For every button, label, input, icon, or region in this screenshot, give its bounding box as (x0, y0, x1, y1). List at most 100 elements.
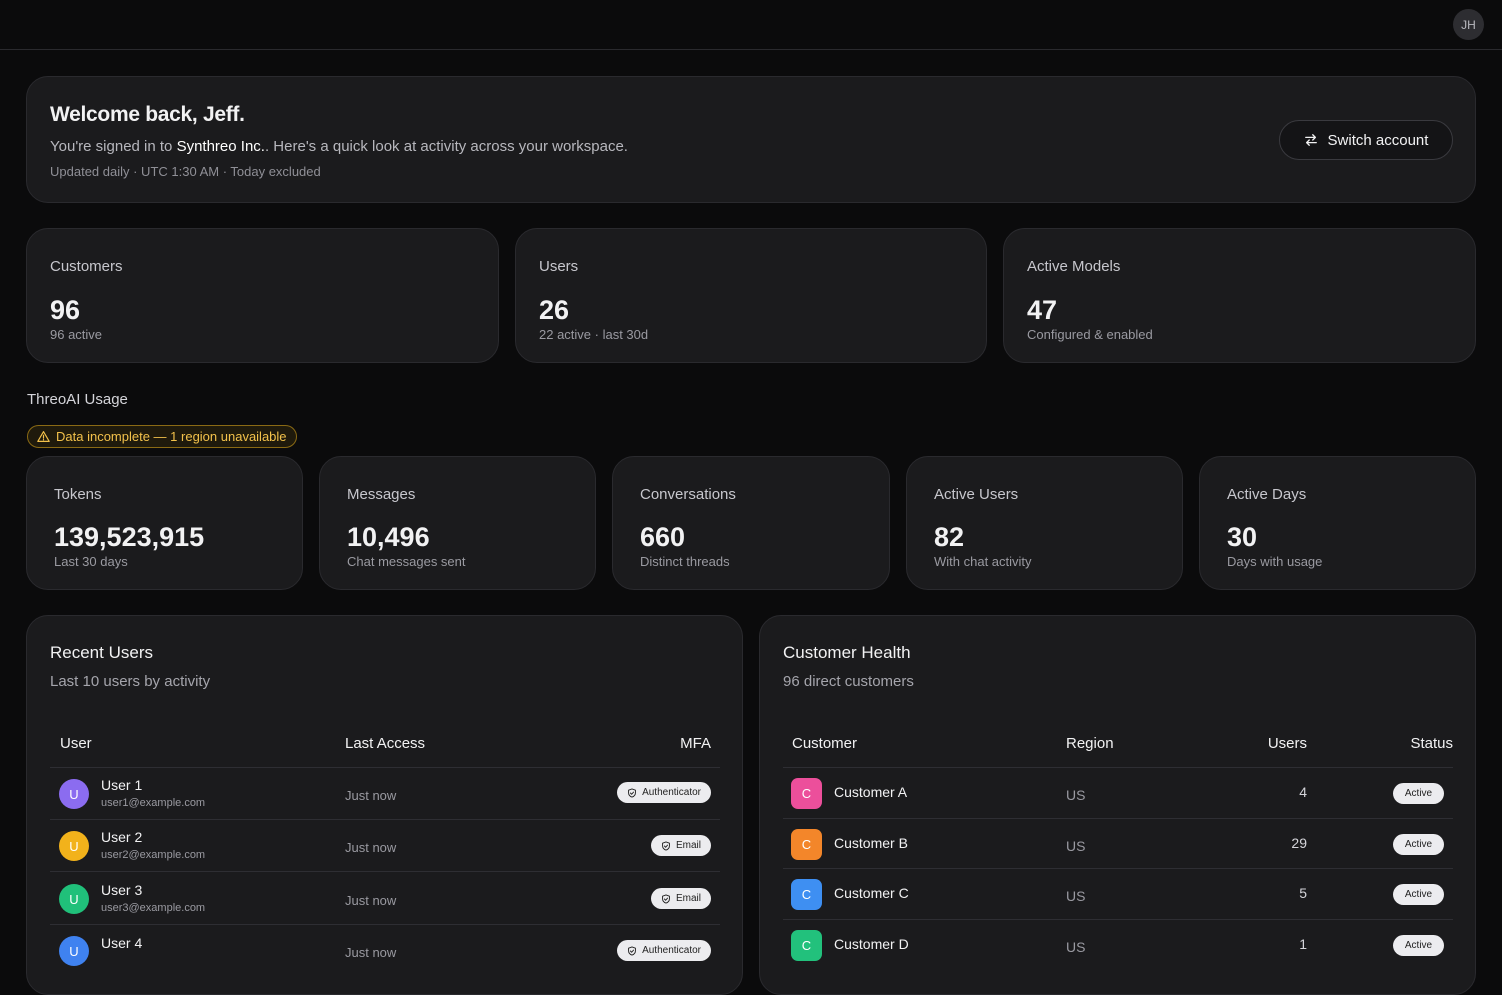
recent-users-panel: Recent Users Last 10 users by activity U… (26, 615, 743, 995)
customer-avatar: C (791, 930, 822, 961)
table-header: User Last Access MFA (50, 726, 720, 766)
column-header-customer[interactable]: Customer (792, 735, 857, 752)
user-name: User 1 (101, 777, 143, 793)
table-row[interactable]: C Customer A US 4 Active (783, 767, 1453, 819)
customer-name: Customer D (834, 936, 909, 952)
usage-value: 82 (934, 522, 965, 552)
customer-region: US (1066, 838, 1086, 854)
last-access: Just now (345, 893, 397, 908)
customer-region: US (1066, 939, 1086, 955)
user-email: user2@example.com (101, 849, 206, 861)
table-row[interactable]: U User 4 Just now Authenticator (50, 924, 720, 976)
shield-check-icon (628, 945, 636, 956)
stat-label: Customers (50, 258, 123, 275)
user-avatar: U (59, 884, 89, 914)
usage-label: Active Days (1227, 486, 1307, 503)
usage-value: 10,496 (347, 522, 430, 552)
usage-note: Last 30 days (54, 554, 128, 569)
usage-note: Chat messages sent (347, 554, 466, 569)
column-header-status[interactable]: Status (1410, 735, 1453, 752)
status-badge: Active (1393, 935, 1444, 956)
customer-name: Customer B (834, 835, 908, 851)
usage-label: Conversations (640, 486, 736, 503)
shield-check-icon (628, 787, 636, 798)
customer-name: Customer A (834, 784, 908, 800)
customer-name: Customer C (834, 885, 909, 901)
status-badge: Active (1393, 834, 1444, 855)
customer-users: 4 (1299, 784, 1307, 800)
column-header-users[interactable]: Users (1268, 735, 1307, 752)
column-header-mfa[interactable]: MFA (680, 735, 711, 752)
user-name: User 2 (101, 829, 143, 845)
usage-card-conversations: Conversations 660 Distinct threads (612, 456, 890, 590)
user-name: User 3 (101, 882, 143, 898)
org-name: Synthreo Inc. (176, 138, 265, 155)
customer-avatar: C (791, 879, 822, 910)
stat-card-users: Users 26 22 active · last 30d (515, 228, 987, 363)
user-avatar: U (59, 936, 89, 966)
switch-account-button[interactable]: Switch account (1279, 120, 1453, 160)
customer-avatar: C (791, 829, 822, 860)
usage-section-title: ThreoAI Usage (27, 391, 128, 408)
usage-value: 30 (1227, 522, 1258, 552)
data-incomplete-badge: Data incomplete — 1 region unavailable (27, 425, 297, 448)
usage-card-tokens: Tokens 139,523,915 Last 30 days (26, 456, 303, 590)
table-row[interactable]: C Customer D US 1 Active (783, 919, 1453, 971)
customer-users: 5 (1299, 885, 1307, 901)
last-access: Just now (345, 788, 397, 803)
usage-card-messages: Messages 10,496 Chat messages sent (319, 456, 596, 590)
usage-card-active-days: Active Days 30 Days with usage (1199, 456, 1476, 590)
table-header: Customer Region Users Status (783, 726, 1453, 766)
shield-check-icon (662, 840, 670, 851)
user-name: User 4 (101, 935, 143, 951)
usage-label: Active Users (934, 486, 1019, 503)
user-avatar[interactable]: JH (1453, 9, 1484, 40)
table-row[interactable]: U User 1 user1@example.com Just now Auth… (50, 767, 720, 819)
stat-value: 96 (50, 295, 81, 325)
welcome-title: Welcome back, Jeff. (50, 103, 245, 126)
stat-label: Active Models (1027, 258, 1121, 275)
usage-note: With chat activity (934, 554, 1032, 569)
usage-value: 660 (640, 522, 686, 552)
column-header-last-access[interactable]: Last Access (345, 735, 425, 752)
mfa-badge: Authenticator (617, 782, 711, 803)
table-row[interactable]: C Customer B US 29 Active (783, 818, 1453, 870)
usage-label: Messages (347, 486, 416, 503)
table-row[interactable]: U User 2 user2@example.com Just now Emai… (50, 819, 720, 871)
stat-label: Users (539, 258, 579, 275)
usage-note: Distinct threads (640, 554, 730, 569)
column-header-user[interactable]: User (60, 735, 92, 752)
update-meta: Updated daily · UTC 1:30 AM · Today excl… (50, 164, 321, 179)
top-bar: JH (0, 0, 1502, 50)
mfa-badge: Email (650, 835, 711, 856)
panel-subtitle: 96 direct customers (783, 673, 914, 690)
table-row[interactable]: C Customer C US 5 Active (783, 868, 1453, 920)
usage-card-active-users: Active Users 82 With chat activity (906, 456, 1183, 590)
last-access: Just now (345, 840, 397, 855)
mfa-badge: Authenticator (617, 940, 711, 961)
customer-region: US (1066, 787, 1086, 803)
stat-value: 26 (539, 295, 570, 325)
stat-value: 47 (1027, 295, 1058, 325)
stat-note: 96 active (50, 327, 103, 342)
customer-users: 1 (1299, 936, 1307, 952)
panel-title: Customer Health (783, 643, 911, 662)
shield-check-icon (662, 893, 670, 904)
table-row[interactable]: U User 3 user3@example.com Just now Emai… (50, 871, 720, 923)
welcome-card: Welcome back, Jeff. You're signed in to … (26, 76, 1476, 203)
panel-subtitle: Last 10 users by activity (50, 673, 211, 690)
user-avatar: U (59, 779, 89, 809)
status-badge: Active (1393, 783, 1444, 804)
user-email: user3@example.com (101, 902, 206, 914)
stat-note: 22 active · last 30d (539, 327, 649, 342)
welcome-subtitle: You're signed in to Synthreo Inc.. Here'… (50, 138, 628, 155)
customer-health-panel: Customer Health 96 direct customers Cust… (759, 615, 1476, 995)
mfa-badge: Email (650, 888, 711, 909)
column-header-region[interactable]: Region (1066, 735, 1114, 752)
user-email: user1@example.com (101, 797, 206, 809)
customer-users: 29 (1291, 835, 1307, 851)
stat-card-customers: Customers 96 96 active (26, 228, 499, 363)
status-badge: Active (1393, 884, 1444, 905)
usage-label: Tokens (54, 486, 102, 503)
user-avatar: U (59, 831, 89, 861)
